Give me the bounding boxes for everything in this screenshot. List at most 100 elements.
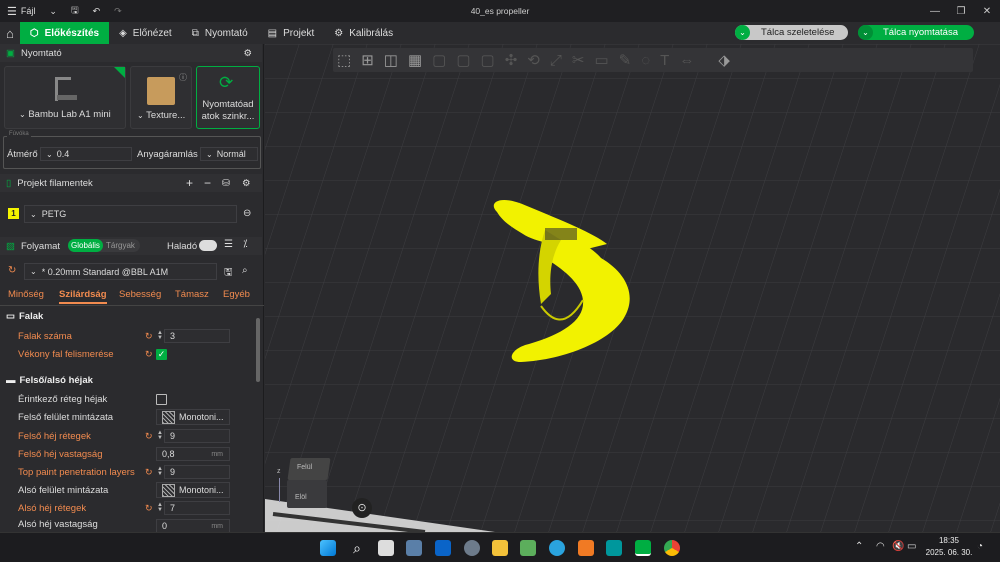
menu-dropdown-button[interactable]: ⌄ <box>42 0 64 22</box>
tab-support[interactable]: Támasz <box>175 289 209 300</box>
tab-project[interactable]: ▤ Projekt <box>258 22 325 44</box>
arduino-icon[interactable] <box>606 540 622 556</box>
plate-card[interactable]: ⓘ ⌄ Texture... <box>130 66 192 129</box>
top-thickness-unit: mm <box>211 450 223 458</box>
thin-wall-checkbox[interactable]: ✓ <box>156 349 167 360</box>
search-icon[interactable]: ⌕ <box>349 540 365 556</box>
notification-icon[interactable]: ◔ <box>977 541 983 552</box>
wall-loops-input[interactable]: 3 <box>164 329 230 343</box>
undo-button[interactable]: ↶ <box>86 0 108 22</box>
diameter-select[interactable]: ⌄ 0.4 <box>40 147 132 161</box>
reset-icon[interactable]: ↻ <box>145 503 153 514</box>
start-icon[interactable] <box>320 540 336 556</box>
top-paint-input[interactable]: 9 <box>164 465 230 479</box>
sync-printer-button[interactable]: ⟳ Nyomtatóad atok szinkr... <box>196 66 260 129</box>
view-cube[interactable]: Felül Elöl <box>285 458 335 518</box>
tab-quality[interactable]: Minőség <box>8 289 44 300</box>
settings-scrollbar[interactable] <box>256 318 260 382</box>
bottom-layers-input[interactable]: 7 <box>164 501 230 515</box>
top-paint-label: Top paint penetration layers <box>18 466 135 478</box>
telegram-icon[interactable] <box>549 540 565 556</box>
tab-preview-label: Előnézet <box>132 27 172 39</box>
stepper-icon[interactable]: ▲ ▼ <box>157 430 163 441</box>
top-layers-input[interactable]: 9 <box>164 429 230 443</box>
3d-viewport[interactable]: ⬚ ⊞ ◫ ▦ ▢ ▢ ▢ ✣ ⟲ ⤢ ✂ ▭ ✎ ◌ T ⇔ ⬗ Felül … <box>265 44 1000 532</box>
maximize-button[interactable]: ❐ <box>948 0 974 22</box>
bottom-thickness-label: Alsó héj vastagság <box>18 519 98 530</box>
remove-filament-icon[interactable]: ⊖ <box>243 208 251 219</box>
remove-icon[interactable]: − <box>204 176 211 190</box>
chevron-down-icon: ⌄ <box>206 149 213 159</box>
outlook-icon[interactable] <box>435 540 451 556</box>
tab-strength[interactable]: Szilárdság <box>59 289 107 304</box>
add-icon[interactable]: + <box>186 176 193 190</box>
flow-value: Normál <box>216 149 246 159</box>
minimize-button[interactable]: — <box>922 0 948 22</box>
reset-icon[interactable]: ↻ <box>145 431 153 442</box>
info-icon[interactable]: ⓘ <box>179 72 187 83</box>
tab-calibration[interactable]: ⚙ Kalibrálás <box>324 22 403 44</box>
top-pattern-select[interactable]: Monotoni... <box>156 409 230 425</box>
interface-shells-checkbox[interactable] <box>156 394 167 405</box>
image-viewer-icon[interactable] <box>520 540 536 556</box>
close-button[interactable]: ✕ <box>974 0 1000 22</box>
bambu-studio-icon[interactable] <box>635 540 651 556</box>
fit-view-button[interactable]: ⊙ <box>352 498 372 518</box>
settings-icon[interactable] <box>464 540 480 556</box>
sync-filament-icon[interactable]: ⛁ <box>222 178 230 189</box>
home-button[interactable]: ⌂ <box>0 22 20 44</box>
calculator-icon[interactable] <box>406 540 422 556</box>
stepper-icon[interactable]: ▲ ▼ <box>157 466 163 477</box>
save-button[interactable]: 🖫 <box>64 0 86 22</box>
tab-speed[interactable]: Sebesség <box>119 289 161 300</box>
bottom-thickness-input[interactable]: 0 mm <box>156 519 230 532</box>
file-explorer-icon[interactable] <box>492 540 508 556</box>
battery-icon[interactable]: ▭ <box>907 541 916 552</box>
fusion-icon[interactable] <box>578 540 594 556</box>
compare-icon[interactable]: ⁒ <box>243 239 248 250</box>
axis-z-line <box>279 478 280 502</box>
stepper-icon[interactable]: ▲ ▼ <box>157 330 163 341</box>
global-toggle-option[interactable]: Globális <box>68 239 103 252</box>
tab-preview[interactable]: ◈ Előnézet <box>109 22 182 44</box>
redo-button[interactable]: ↷ <box>107 0 129 22</box>
reset-icon[interactable]: ↻ <box>8 265 16 276</box>
global-object-toggle[interactable]: Globális Tárgyak <box>68 239 140 252</box>
tab-others[interactable]: Egyéb <box>223 289 250 300</box>
slice-plate-button[interactable]: ⌄ Tálca szeletelése <box>735 25 848 40</box>
reset-icon[interactable]: ↻ <box>145 349 153 360</box>
printer-name: Bambu Lab A1 mini <box>28 109 111 120</box>
objects-toggle-option[interactable]: Tárgyak <box>106 239 135 252</box>
bottom-pattern-select[interactable]: Monotoni... <box>156 482 230 498</box>
top-thickness-input[interactable]: 0,8 mm <box>156 447 230 461</box>
wall-loops-label: Falak száma <box>18 330 72 342</box>
tab-printer[interactable]: ⧉ Nyomtató <box>182 22 258 44</box>
gear-icon[interactable]: ⚙ <box>243 48 252 59</box>
printer-card[interactable]: ⌄ Bambu Lab A1 mini <box>4 66 126 129</box>
bottom-layers-label: Alsó héj rétegek <box>18 502 87 514</box>
filament-settings-icon[interactable]: ⚙ <box>242 178 251 189</box>
task-view-icon[interactable] <box>378 540 394 556</box>
clock-time[interactable]: 18:35 <box>928 536 970 545</box>
file-menu[interactable]: ☰ Fájl <box>0 0 42 22</box>
top-thickness-label: Felső héj vastagság <box>18 448 103 460</box>
wifi-icon[interactable]: ◠ <box>876 541 885 552</box>
save-preset-icon[interactable]: 🖫 <box>224 265 233 282</box>
stepper-icon[interactable]: ▲ ▼ <box>157 502 163 513</box>
list-view-icon[interactable]: ☰ <box>224 239 233 250</box>
print-plate-button[interactable]: ⌄ Tálca nyomtatása <box>858 25 974 40</box>
reset-icon[interactable]: ↻ <box>145 331 153 342</box>
clock-date[interactable]: 2025. 06. 30. <box>924 548 974 557</box>
diameter-value: 0.4 <box>56 149 70 159</box>
process-preset-select[interactable]: ⌄ * 0.20mm Standard @BBL A1M <box>24 263 217 280</box>
search-icon[interactable]: ⌕ <box>242 265 248 276</box>
reset-icon[interactable]: ↻ <box>145 467 153 478</box>
filament-select[interactable]: ⌄ PETG <box>24 205 237 223</box>
volume-icon[interactable]: 🔇 <box>892 541 904 552</box>
advanced-switch[interactable] <box>199 240 217 251</box>
tab-prepare[interactable]: ⬡ Előkészítés <box>19 22 110 44</box>
chrome-icon[interactable] <box>664 540 680 556</box>
propeller-model[interactable] <box>265 44 1000 532</box>
chevron-up-icon[interactable]: ⌃ <box>855 541 863 552</box>
flow-select[interactable]: ⌄ Normál <box>200 147 258 161</box>
